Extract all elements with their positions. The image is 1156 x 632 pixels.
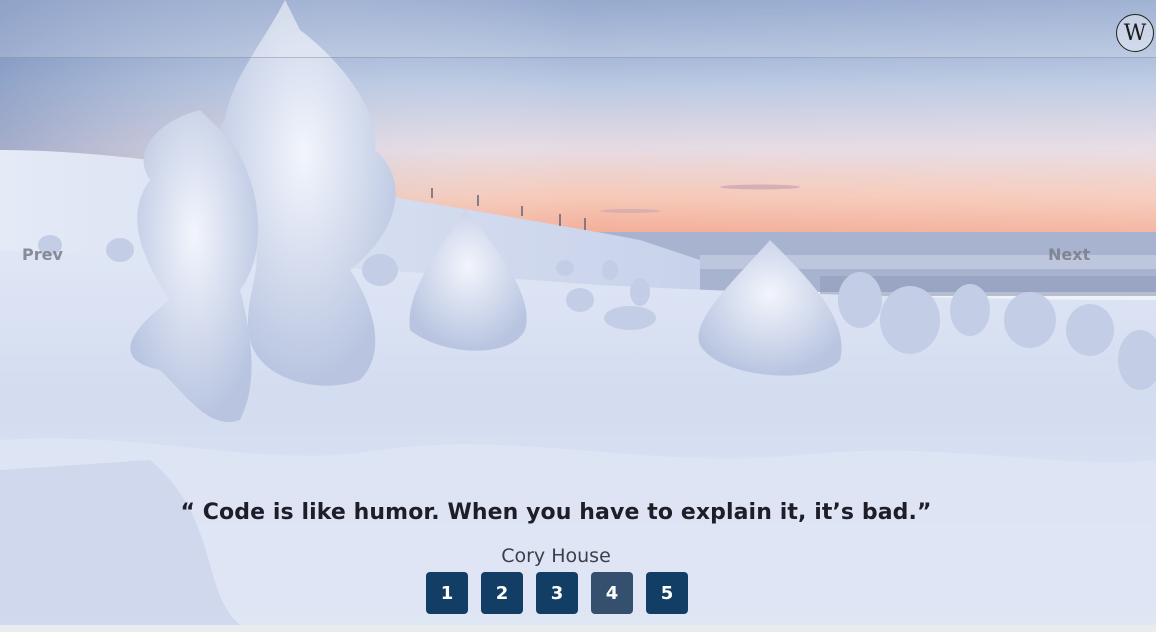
slider-page: W Prev Next “ Code is like humor. When y… xyxy=(0,0,1156,632)
prev-button[interactable]: Prev xyxy=(22,245,63,264)
page-button-1[interactable]: 1 xyxy=(426,572,468,614)
logo-letter: W xyxy=(1123,20,1147,46)
top-navbar: W xyxy=(0,0,1156,58)
snowy-landscape-background xyxy=(0,0,1156,625)
page-button-3[interactable]: 3 xyxy=(536,572,578,614)
bottom-strip xyxy=(0,625,1156,632)
page-button-2[interactable]: 2 xyxy=(481,572,523,614)
page-button-5[interactable]: 5 xyxy=(646,572,688,614)
w-logo-icon[interactable]: W xyxy=(1116,14,1154,52)
pagination: 1 2 3 4 5 xyxy=(426,572,688,614)
page-button-4[interactable]: 4 xyxy=(591,572,633,614)
next-button[interactable]: Next xyxy=(1048,245,1090,264)
quote-text: “ Code is like humor. When you have to e… xyxy=(180,500,932,525)
quote-author: Cory House xyxy=(501,545,611,567)
